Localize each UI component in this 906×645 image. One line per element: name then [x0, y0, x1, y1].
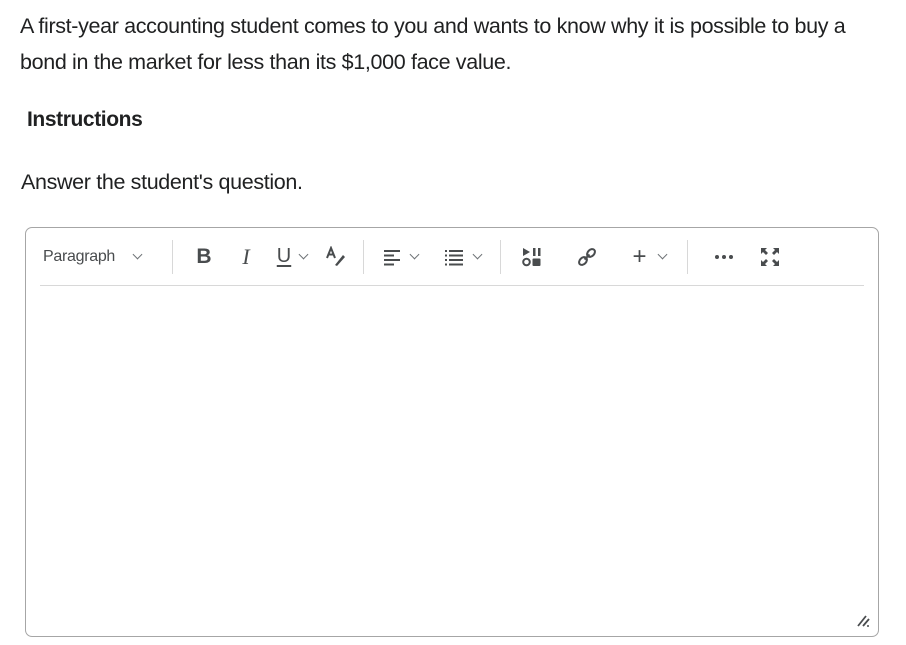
italic-icon: I	[242, 243, 250, 269]
toolbar-divider	[172, 239, 173, 274]
block-format-select[interactable]: Paragraph	[40, 237, 164, 277]
question-text: A first-year accounting student comes to…	[20, 14, 846, 74]
chevron-down-icon	[132, 249, 143, 260]
media-icon	[522, 247, 541, 266]
resize-handle-icon[interactable]	[856, 614, 870, 628]
editor-toolbar: Paragraph B I U +	[40, 228, 864, 286]
block-format-value: Paragraph	[43, 247, 116, 265]
instructions-heading: Instructions	[27, 108, 143, 131]
bullet-list-icon	[444, 249, 463, 265]
insert-link-button[interactable]	[563, 237, 611, 277]
plus-icon: +	[632, 242, 647, 270]
list-button[interactable]	[434, 237, 490, 277]
align-left-icon	[383, 249, 400, 265]
rich-text-editor: Paragraph B I U +	[25, 227, 879, 637]
align-button[interactable]	[372, 237, 428, 277]
fullscreen-button[interactable]	[750, 237, 790, 277]
text-color-button[interactable]	[317, 237, 355, 277]
chevron-down-icon[interactable]	[409, 249, 419, 260]
toolbar-divider	[687, 239, 688, 274]
editor-content-area[interactable]	[26, 287, 878, 636]
italic-button[interactable]: I	[225, 237, 267, 277]
more-icon	[715, 254, 733, 259]
underline-button[interactable]: U	[267, 237, 317, 277]
toolbar-divider	[363, 239, 364, 274]
instructions-prompt: Answer the student's question.	[21, 170, 303, 194]
bold-button[interactable]: B	[183, 237, 225, 277]
chevron-down-icon[interactable]	[298, 249, 309, 260]
text-color-icon	[326, 245, 345, 266]
link-icon	[578, 247, 596, 266]
chevron-down-icon[interactable]	[472, 249, 482, 260]
insert-media-button[interactable]	[509, 237, 555, 277]
toolbar-divider	[500, 239, 501, 274]
fullscreen-icon	[761, 247, 779, 266]
insert-stuff-button[interactable]: +	[621, 237, 677, 277]
bold-icon: B	[196, 244, 212, 268]
chevron-down-icon[interactable]	[657, 249, 667, 260]
underline-icon: U	[276, 245, 292, 267]
more-actions-button[interactable]	[702, 237, 746, 277]
